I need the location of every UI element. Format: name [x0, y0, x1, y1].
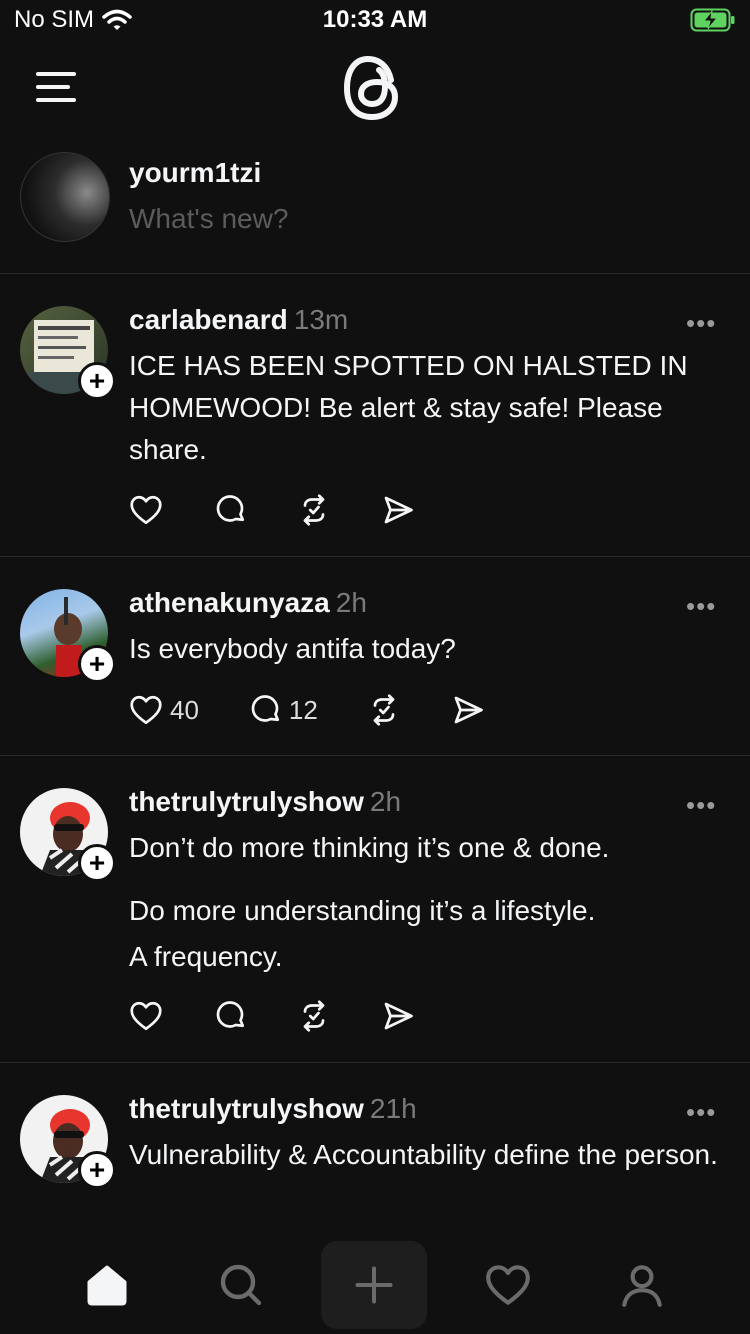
- composer-placeholder[interactable]: What's new?: [129, 203, 288, 235]
- tab-create[interactable]: [321, 1241, 427, 1329]
- more-options-icon[interactable]: •••: [686, 591, 716, 622]
- share-button[interactable]: [450, 692, 486, 728]
- post-header: athenakunyaza 2h: [129, 587, 367, 619]
- search-icon: [220, 1264, 262, 1306]
- profile-icon: [622, 1265, 662, 1307]
- more-options-icon[interactable]: •••: [686, 1097, 716, 1128]
- new-thread-composer[interactable]: yourm1tzi What's new?: [0, 140, 750, 274]
- repost-icon: [373, 694, 395, 726]
- more-options-icon[interactable]: •••: [686, 308, 716, 339]
- like-button[interactable]: 40: [128, 692, 199, 728]
- reply-icon: [216, 495, 245, 522]
- heart-icon: [130, 695, 162, 725]
- post-username[interactable]: carlabenard: [129, 304, 288, 335]
- post-text: Vulnerability & Accountability define th…: [129, 1134, 729, 1176]
- repost-icon: [303, 1000, 325, 1032]
- follow-button[interactable]: +: [78, 844, 116, 882]
- bottom-tab-bar: [0, 1236, 750, 1334]
- reply-count: 12: [288, 694, 318, 725]
- share-icon: [454, 696, 483, 724]
- reply-icon: [251, 695, 280, 722]
- repost-button[interactable]: [296, 492, 332, 528]
- home-icon: [87, 1265, 127, 1306]
- post-paragraph: Is everybody antifa today?: [129, 633, 456, 664]
- post-item[interactable]: + athenakunyaza 2h ••• Is everybody antif…: [0, 557, 750, 756]
- post-username[interactable]: thetrulytrulyshow: [129, 786, 364, 817]
- post-username[interactable]: thetrulytrulyshow: [129, 1093, 364, 1124]
- post-text: Is everybody antifa today?: [129, 628, 729, 670]
- post-time: 2h: [335, 587, 367, 618]
- reply-button[interactable]: [212, 492, 248, 528]
- battery-charging-icon: [690, 8, 735, 32]
- clock: 10:33 AM: [322, 6, 428, 33]
- reply-button[interactable]: 12: [247, 692, 318, 728]
- more-options-icon[interactable]: •••: [686, 790, 716, 821]
- post-header: thetrulytrulyshow 21h: [129, 1093, 417, 1125]
- post-actions: [128, 998, 464, 1034]
- tab-profile[interactable]: [589, 1241, 695, 1329]
- post-actions: [128, 492, 464, 528]
- share-button[interactable]: [380, 998, 416, 1034]
- tab-home[interactable]: [54, 1241, 160, 1329]
- post-paragraph: ICE HAS BEEN SPOTTED ON HALSTED IN HOMEW…: [129, 350, 688, 465]
- composer-username: yourm1tzi: [129, 157, 262, 188]
- menu-icon[interactable]: [36, 72, 76, 102]
- post-paragraph: Don’t do more thinking it’s one & done.: [129, 832, 610, 863]
- like-button[interactable]: [128, 998, 164, 1034]
- follow-button[interactable]: +: [78, 362, 116, 400]
- heart-icon: [130, 1001, 162, 1031]
- create-icon: [355, 1266, 393, 1304]
- share-icon: [384, 496, 413, 524]
- post-actions: 40 12: [128, 692, 534, 728]
- post-text: Don’t do more thinking it’s one & done. …: [129, 827, 729, 980]
- tab-search[interactable]: [188, 1241, 294, 1329]
- post-time: 13m: [293, 304, 349, 335]
- avatar[interactable]: [20, 152, 110, 242]
- reply-button[interactable]: [212, 998, 248, 1034]
- like-count: 40: [170, 694, 199, 725]
- follow-button[interactable]: +: [78, 1151, 116, 1189]
- post-paragraph: Do more understanding it’s a lifestyle. …: [129, 895, 596, 972]
- heart-icon: [130, 495, 162, 525]
- like-button[interactable]: [128, 492, 164, 528]
- post-item[interactable]: + thetrulytrulyshow 21h ••• Vulnerability…: [0, 1063, 750, 1236]
- status-bar: No SIM 10:33 AM: [0, 0, 750, 42]
- post-header: carlabenard 13m: [129, 304, 348, 336]
- repost-button[interactable]: [366, 692, 402, 728]
- post-item[interactable]: + thetrulytrulyshow 2h ••• Don’t do more …: [0, 756, 750, 1063]
- post-header: thetrulytrulyshow 2h: [129, 786, 401, 818]
- post-paragraph: Vulnerability & Accountability define th…: [129, 1139, 718, 1170]
- post-username[interactable]: athenakunyaza: [129, 587, 330, 618]
- post-time: 21h: [369, 1093, 417, 1124]
- post-item[interactable]: + carlabenard 13m ••• ICE HAS BEEN SPOTTE…: [0, 274, 750, 557]
- share-icon: [384, 1002, 413, 1030]
- repost-button[interactable]: [296, 998, 332, 1034]
- tab-activity[interactable]: [455, 1241, 561, 1329]
- post-time: 2h: [369, 786, 402, 817]
- repost-icon: [303, 494, 325, 526]
- follow-button[interactable]: +: [78, 645, 116, 683]
- top-bar: [0, 42, 750, 132]
- activity-icon: [486, 1265, 530, 1305]
- share-button[interactable]: [380, 492, 416, 528]
- threads-logo-icon[interactable]: [341, 52, 407, 124]
- reply-icon: [216, 1001, 245, 1028]
- post-text: ICE HAS BEEN SPOTTED ON HALSTED IN HOMEW…: [129, 345, 729, 471]
